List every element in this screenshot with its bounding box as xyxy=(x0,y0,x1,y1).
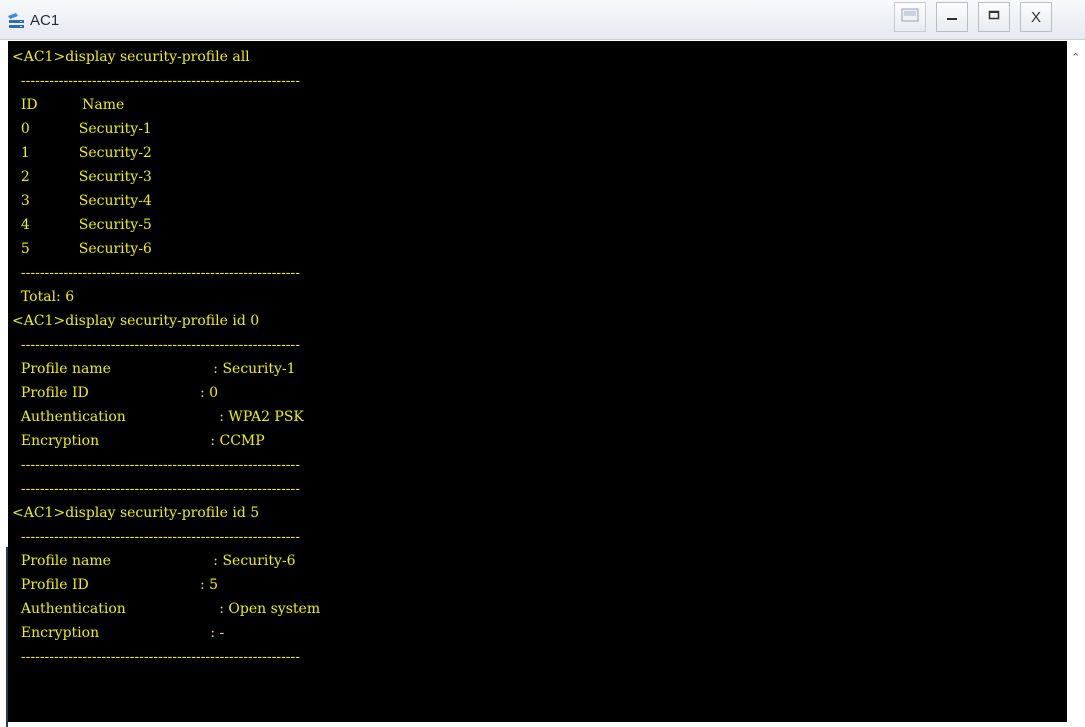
terminal-line: 1 Security-2 xyxy=(12,145,152,161)
cli-button[interactable] xyxy=(894,2,926,32)
maximize-button[interactable] xyxy=(978,2,1010,32)
terminal-line: <AC1>display security-profile all xyxy=(12,49,250,65)
terminal-line: ----------------------------------------… xyxy=(12,457,300,473)
scroll-up-icon[interactable]: ⌃ xyxy=(1071,51,1080,64)
terminal-line: ----------------------------------------… xyxy=(12,337,300,353)
terminal-line: ID Name xyxy=(12,97,125,113)
terminal-line: Profile name : Security-6 xyxy=(12,553,296,569)
minimize-icon xyxy=(946,8,958,26)
terminal-line: 2 Security-3 xyxy=(12,169,152,185)
window-title: AC1 xyxy=(30,12,60,29)
terminal-line: ----------------------------------------… xyxy=(12,529,300,545)
terminal-line: 3 Security-4 xyxy=(12,193,152,209)
terminal-line: ----------------------------------------… xyxy=(12,73,300,89)
terminal-line: Authentication : WPA2 PSK xyxy=(12,409,304,425)
terminal-line: Profile ID : 0 xyxy=(12,385,219,401)
vertical-scrollbar[interactable]: ⌃ xyxy=(1067,41,1085,722)
terminal-line: Encryption : CCMP xyxy=(12,433,265,449)
terminal-console[interactable]: <AC1>display security-profile all ------… xyxy=(8,41,1067,722)
terminal-line: ----------------------------------------… xyxy=(12,265,300,281)
title-bar: AC1 X xyxy=(0,0,1085,40)
close-label: X xyxy=(1030,8,1041,26)
terminal-line: 4 Security-5 xyxy=(12,217,152,233)
terminal-line: ----------------------------------------… xyxy=(12,481,300,497)
minimize-button[interactable] xyxy=(936,2,968,32)
terminal-line: ----------------------------------------… xyxy=(12,649,300,665)
terminal-line: 5 Security-6 xyxy=(12,241,152,257)
window-left-edge xyxy=(0,41,8,727)
terminal-line: 0 Security-1 xyxy=(12,121,152,137)
terminal-output: <AC1>display security-profile all ------… xyxy=(12,45,320,669)
terminal-line: Profile name : Security-1 xyxy=(12,361,296,377)
terminal-line: Profile ID : 5 xyxy=(12,577,219,593)
terminal-line: Authentication : Open system xyxy=(12,601,321,617)
terminal-line: <AC1>display security-profile id 0 xyxy=(12,313,260,329)
terminal-line: Total: 6 xyxy=(12,289,75,305)
terminal-icon xyxy=(901,8,919,27)
terminal-line: Encryption : - xyxy=(12,625,225,641)
terminal-line: <AC1>display security-profile id 5 xyxy=(12,505,260,521)
close-button[interactable]: X xyxy=(1020,2,1052,32)
router-icon xyxy=(6,12,28,30)
maximize-icon xyxy=(988,8,1000,26)
